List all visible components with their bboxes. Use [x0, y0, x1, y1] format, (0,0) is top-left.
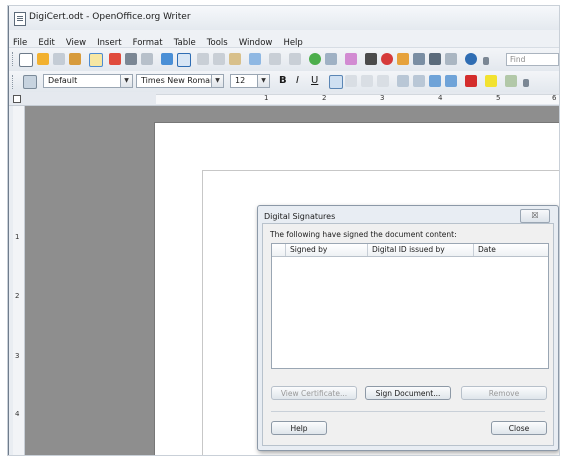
font-size-value: 12 [235, 76, 246, 85]
cut-icon[interactable] [197, 53, 209, 65]
export-pdf-icon[interactable] [109, 53, 121, 65]
background-color-icon[interactable] [505, 75, 517, 87]
highlighting-icon[interactable] [485, 75, 497, 87]
undo-icon[interactable] [269, 53, 281, 65]
signatures-message: The following have signed the document c… [270, 230, 457, 239]
bullets-icon[interactable] [413, 75, 425, 87]
toolbar-grip[interactable] [12, 75, 17, 89]
remove-button[interactable]: Remove [461, 386, 547, 400]
standard-toolbar: Find [9, 48, 559, 72]
dialog-separator [271, 411, 545, 412]
ruler-number: 2 [322, 94, 327, 102]
print-icon[interactable] [125, 53, 137, 65]
title-bar: DigiCert.odt - OpenOffice.org Writer [9, 6, 559, 30]
show-draw-functions-icon[interactable] [345, 53, 357, 65]
dialog-body: The following have signed the document c… [262, 223, 554, 446]
dialog-title: Digital Signatures [264, 212, 336, 221]
digital-signatures-dialog: Digital Signatures ☒ The following have … [257, 205, 559, 451]
page-preview-icon[interactable] [141, 53, 153, 65]
format-paintbrush-icon[interactable] [249, 53, 261, 65]
sign-document-button[interactable]: Sign Document... [365, 386, 451, 400]
save-icon[interactable] [53, 53, 65, 65]
new-document-icon[interactable] [19, 53, 33, 67]
horizontal-ruler[interactable]: 1 2 3 4 5 6 [156, 94, 559, 104]
table-icon[interactable] [325, 53, 337, 65]
bold-button[interactable]: B [279, 75, 287, 86]
numbering-icon[interactable] [397, 75, 409, 87]
hyperlink-icon[interactable] [309, 53, 321, 65]
font-name-value: Times New Roman [141, 76, 216, 85]
toolbar-options-chevron-icon[interactable] [523, 79, 529, 87]
close-icon[interactable]: ☒ [520, 209, 550, 223]
font-name-select[interactable]: Times New Roman ▼ [136, 74, 224, 88]
chevron-down-icon[interactable]: ▼ [211, 75, 223, 87]
window-title: DigiCert.odt - OpenOffice.org Writer [29, 12, 191, 22]
decrease-indent-icon[interactable] [429, 75, 441, 87]
ruler-number: 2 [15, 292, 20, 300]
zoom-icon[interactable] [445, 53, 457, 65]
help-button[interactable]: Help [271, 421, 327, 435]
vertical-ruler[interactable]: 1 2 3 4 [13, 106, 25, 455]
chevron-down-icon[interactable]: ▼ [257, 75, 269, 87]
paste-icon[interactable] [229, 53, 241, 65]
column-header-icon[interactable] [272, 244, 286, 256]
font-color-icon[interactable] [465, 75, 477, 87]
column-header-issued-by[interactable]: Digital ID issued by [368, 244, 474, 256]
column-header-date[interactable]: Date [474, 244, 548, 256]
close-button[interactable]: Close [491, 421, 547, 435]
menu-bar: File Edit View Insert Format Table Tools… [9, 30, 559, 48]
signatures-list[interactable]: Signed by Digital ID issued by Date [271, 243, 549, 369]
spellcheck-icon[interactable] [161, 53, 173, 65]
autospellcheck-icon[interactable] [177, 53, 191, 67]
styles-formatting-icon[interactable] [23, 75, 37, 89]
copy-icon[interactable] [213, 53, 225, 65]
italic-button[interactable]: I [296, 75, 299, 86]
tab-stop-type-icon[interactable] [13, 95, 21, 103]
ruler-number: 4 [15, 410, 20, 418]
align-left-icon[interactable] [329, 75, 343, 89]
application-window: DigiCert.odt - OpenOffice.org Writer Fil… [8, 6, 559, 455]
find-replace-icon[interactable] [365, 53, 377, 65]
underline-button[interactable]: U [311, 75, 318, 86]
email-icon[interactable] [69, 53, 81, 65]
help-icon[interactable] [465, 53, 477, 65]
open-folder-icon[interactable] [37, 53, 49, 65]
ruler-number: 1 [15, 233, 20, 241]
horizontal-ruler-row: 1 2 3 4 5 6 [9, 92, 559, 106]
find-input[interactable]: Find [506, 53, 559, 66]
paragraph-style-value: Default [48, 76, 78, 85]
nonprinting-characters-icon[interactable] [429, 53, 441, 65]
toolbar-options-chevron-icon[interactable] [483, 57, 489, 65]
ruler-number: 5 [496, 94, 501, 102]
font-size-select[interactable]: 12 ▼ [230, 74, 270, 88]
paragraph-style-select[interactable]: Default ▼ [43, 74, 133, 88]
redo-icon[interactable] [289, 53, 301, 65]
ruler-number: 1 [264, 94, 269, 102]
ruler-number: 3 [15, 352, 20, 360]
column-header-signed-by[interactable]: Signed by [286, 244, 368, 256]
edit-file-icon[interactable] [89, 53, 103, 67]
ruler-number: 6 [552, 94, 557, 102]
navigator-icon[interactable] [381, 53, 393, 65]
formatting-toolbar: Default ▼ Times New Roman ▼ 12 ▼ B I U [9, 71, 559, 93]
align-right-icon[interactable] [361, 75, 373, 87]
align-center-icon[interactable] [345, 75, 357, 87]
ruler-number: 4 [438, 94, 443, 102]
chevron-down-icon[interactable]: ▼ [120, 75, 132, 87]
ruler-number: 3 [380, 94, 385, 102]
view-certificate-button[interactable]: View Certificate... [271, 386, 357, 400]
justify-icon[interactable] [377, 75, 389, 87]
data-sources-icon[interactable] [413, 53, 425, 65]
writer-document-icon [14, 12, 26, 26]
toolbar-grip[interactable] [12, 52, 17, 66]
increase-indent-icon[interactable] [445, 75, 457, 87]
gallery-icon[interactable] [397, 53, 409, 65]
signatures-list-header: Signed by Digital ID issued by Date [272, 244, 548, 257]
